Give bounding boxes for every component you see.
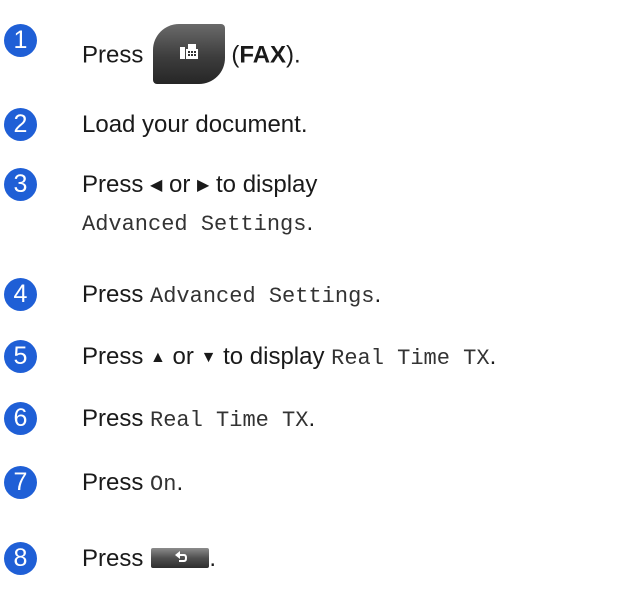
period: . — [308, 405, 316, 432]
step-number-badge: 7 — [4, 466, 37, 499]
step-text: Press (FAX). — [82, 24, 301, 86]
down-triangle-icon: ▼ — [200, 349, 217, 366]
press-label: Press — [82, 545, 144, 572]
back-button[interactable] — [151, 547, 210, 568]
step-number-badge: 6 — [4, 402, 37, 435]
fax-key-label: FAX — [239, 41, 287, 69]
back-arrow-icon — [175, 550, 188, 562]
setting-name: Advanced Settings — [82, 212, 307, 237]
left-triangle-icon: ◀ — [150, 177, 163, 194]
step-number-badge: 5 — [4, 340, 37, 373]
press-label: Press — [82, 469, 144, 496]
step-text: Press. — [82, 544, 216, 574]
setting-name: Real Time TX — [331, 346, 490, 371]
period: . — [306, 209, 314, 236]
fax-icon — [180, 44, 199, 59]
period: . — [489, 343, 497, 370]
step-text: Press ▲ or ▼ to display Real Time TX. — [82, 342, 496, 374]
step-text: Press Advanced Settings. — [82, 280, 381, 312]
to-display-label: to display — [223, 343, 325, 370]
step-number-badge: 1 — [4, 24, 37, 57]
or-label: or — [169, 171, 191, 198]
press-label: Press — [82, 41, 144, 69]
paren-close: ). — [286, 41, 301, 69]
press-label: Press — [82, 281, 144, 308]
step-text: Press Real Time TX. — [82, 404, 315, 436]
setting-name: Advanced Settings — [150, 284, 375, 309]
to-display-label: to display — [216, 171, 318, 198]
fax-button[interactable] — [153, 24, 226, 84]
setting-name: On — [150, 472, 177, 497]
period: . — [209, 545, 217, 572]
step-number-badge: 2 — [4, 108, 37, 141]
right-triangle-icon: ▶ — [197, 177, 210, 194]
step-number-badge: 8 — [4, 542, 37, 575]
up-triangle-icon: ▲ — [150, 349, 166, 366]
step-text: Press ◀ or ▶ to display — [82, 170, 317, 201]
step-text: Press On. — [82, 468, 183, 500]
step-text: Load your document. — [82, 111, 308, 138]
or-label: or — [172, 343, 194, 370]
step-text-line-2: Advanced Settings. — [82, 208, 313, 240]
period: . — [374, 281, 382, 308]
step-number-badge: 4 — [4, 278, 37, 311]
step-number-badge: 3 — [4, 168, 37, 201]
press-label: Press — [82, 171, 144, 198]
period: . — [176, 469, 184, 496]
press-label: Press — [82, 343, 144, 370]
setting-name: Real Time TX — [150, 408, 309, 433]
press-label: Press — [82, 405, 144, 432]
